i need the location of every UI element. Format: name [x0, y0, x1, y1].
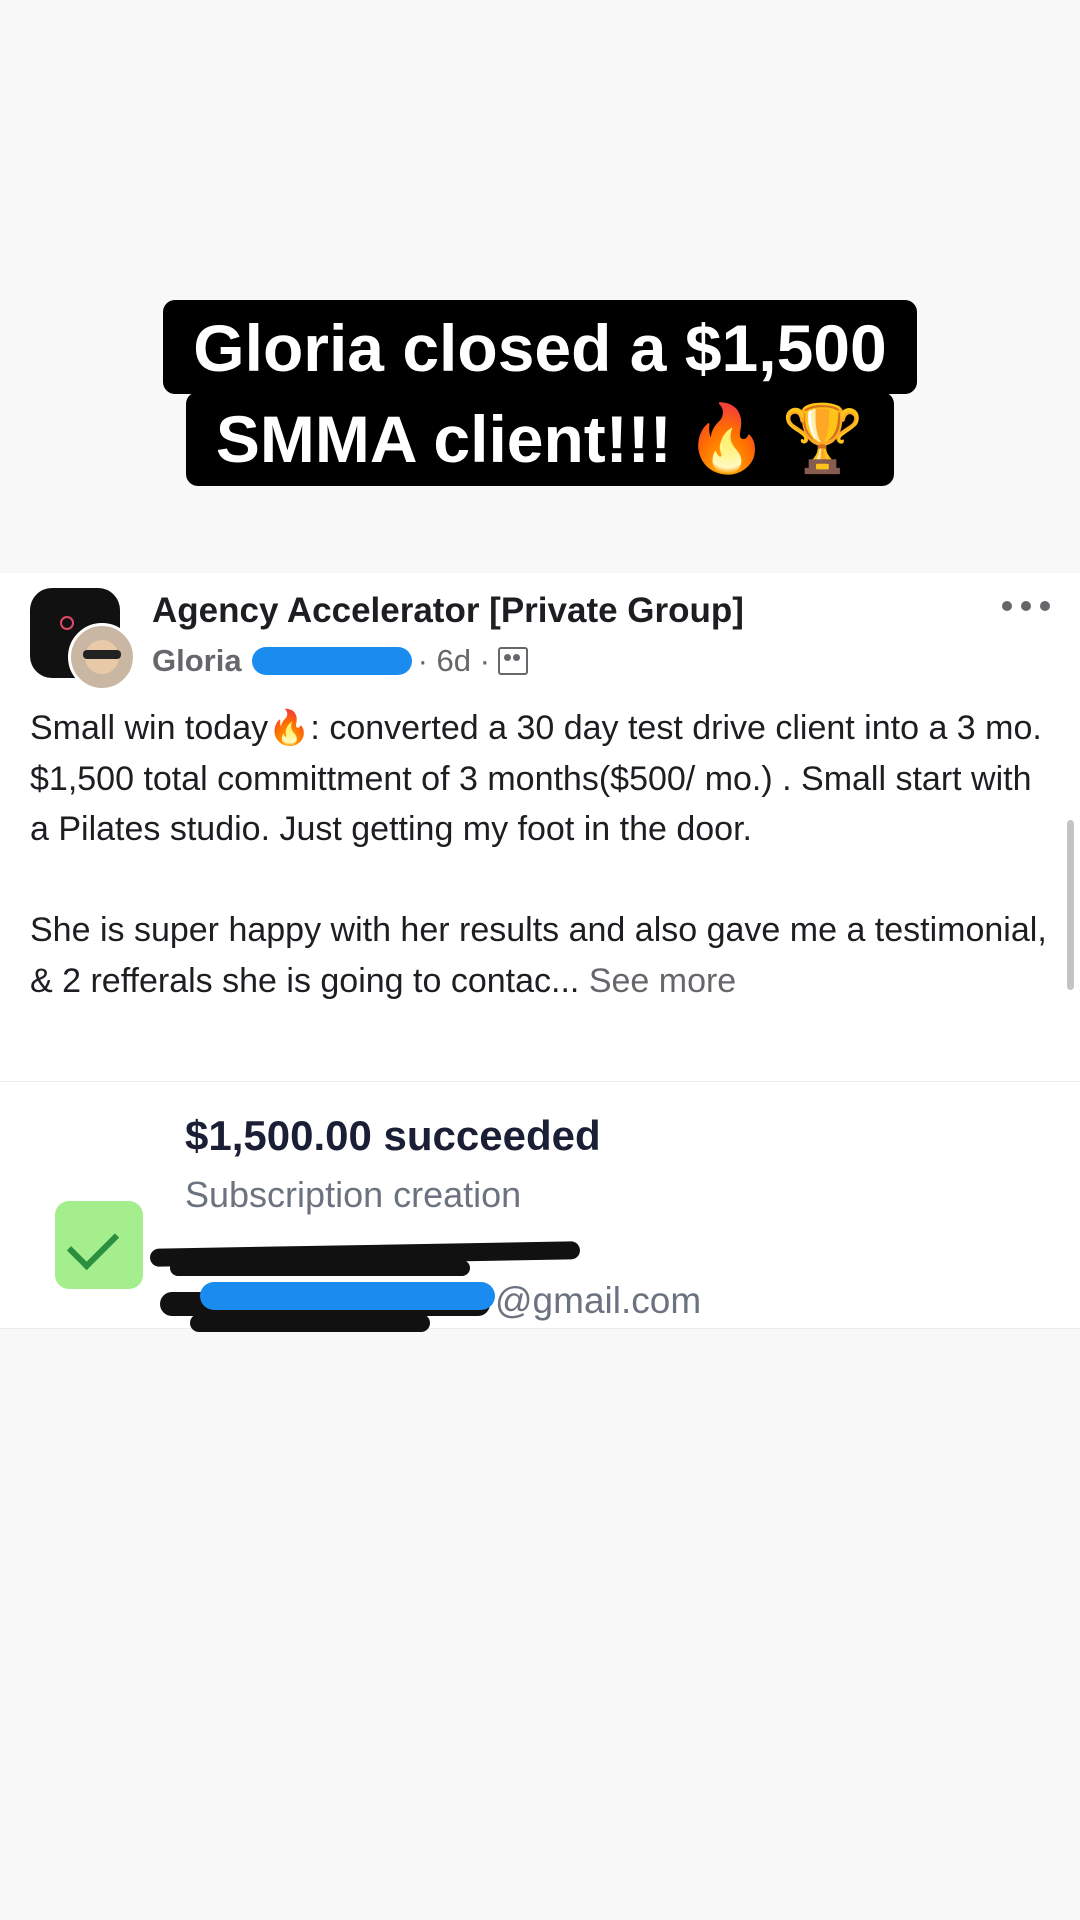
customer-email: @gmail.com: [495, 1280, 702, 1321]
email-redaction-black-2: [190, 1314, 430, 1332]
private-group-icon: [497, 647, 528, 675]
user-avatar[interactable]: [68, 623, 136, 691]
group-name-link[interactable]: Agency Accelerator [Private Group]: [152, 591, 744, 631]
post-time[interactable]: · 6d ·: [418, 643, 490, 679]
scrollbar[interactable]: [1067, 820, 1074, 990]
post-paragraph-2: She is super happy with her results and …: [30, 905, 1050, 1006]
customer-name-redaction-2: [170, 1260, 470, 1276]
post-meta: Gloria · 6d ·: [152, 643, 528, 679]
headline-line-1: Gloria closed a $1,500: [163, 300, 917, 394]
headline-line-2-text: SMMA client!!!: [215, 402, 672, 476]
email-redaction-blue: [200, 1282, 495, 1310]
fire-icon: 🔥: [685, 400, 768, 477]
avatar-glasses: [83, 650, 121, 659]
post-body: Small win today🔥: converted a 30 day tes…: [30, 703, 1050, 1006]
payment-type: Subscription creation: [185, 1174, 522, 1215]
group-post-card: Agency Accelerator [Private Group] Glori…: [0, 573, 1080, 1081]
headline-line-2: SMMA client!!! 🔥 🏆: [185, 392, 895, 486]
author-name-link[interactable]: Gloria: [152, 643, 242, 679]
payment-amount-status: $1,500.00 succeeded: [185, 1112, 601, 1159]
see-more-link[interactable]: See more: [589, 962, 736, 1000]
group-logo-icon: [60, 616, 74, 630]
more-options-icon[interactable]: [1002, 599, 1050, 613]
name-redaction: [251, 647, 412, 675]
payment-notification: $1,500.00 succeeded Subscription creatio…: [0, 1081, 1080, 1332]
post-paragraph-2-text: She is super happy with her results and …: [30, 911, 1047, 1000]
post-paragraph-1: Small win today🔥: converted a 30 day tes…: [30, 709, 1042, 848]
headline-overlay: Gloria closed a $1,500 SMMA client!!! 🔥 …: [0, 300, 1080, 486]
trophy-icon: 🏆: [781, 400, 865, 477]
check-icon: [55, 1201, 143, 1289]
